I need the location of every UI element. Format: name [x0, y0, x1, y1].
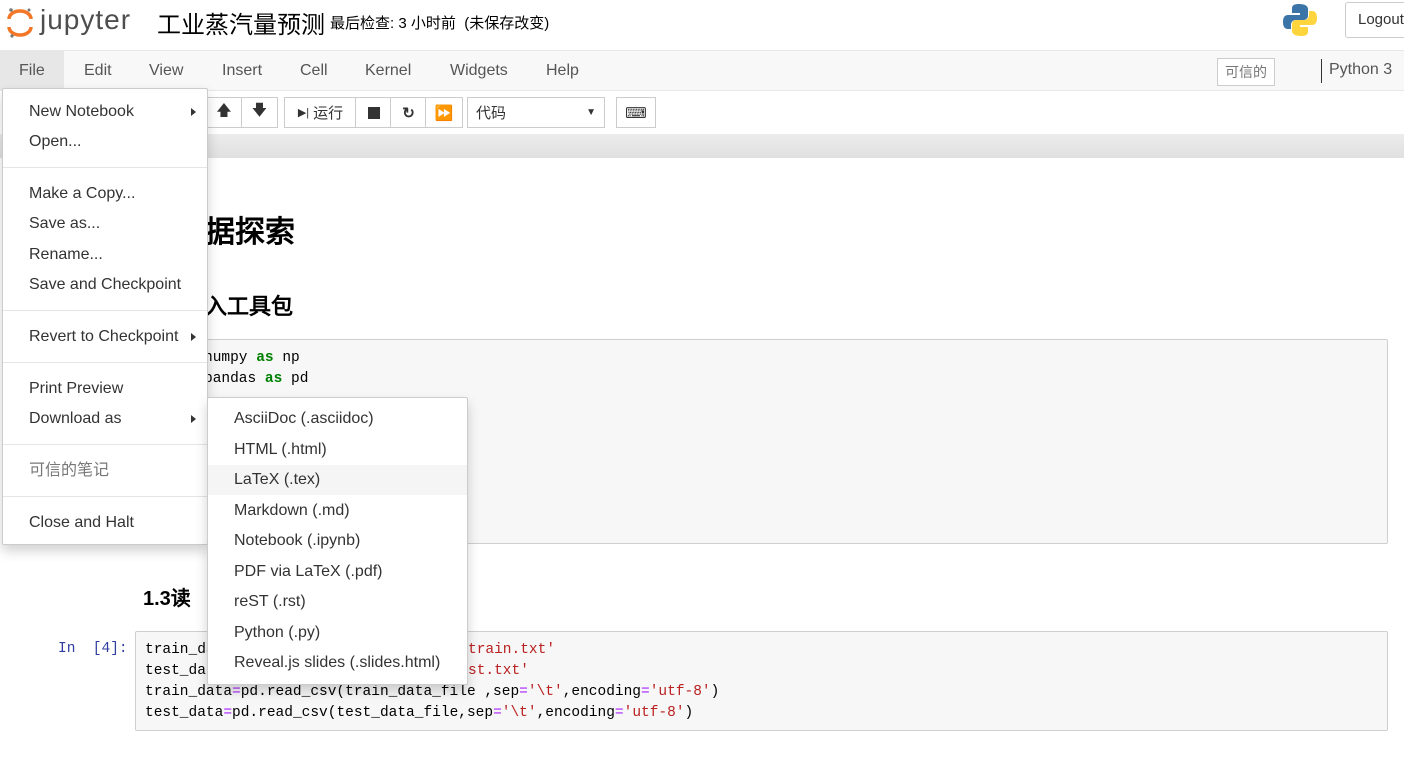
menu-item-new-notebook[interactable]: New Notebook — [3, 97, 207, 127]
menu-item-make-copy[interactable]: Make a Copy... — [3, 179, 207, 209]
menu-item-print-preview[interactable]: Print Preview — [3, 374, 207, 404]
download-reveal-slides[interactable]: Reveal.js slides (.slides.html) — [208, 648, 467, 678]
heading-1: 据探索 — [205, 216, 295, 249]
code-line: train_da — [145, 642, 215, 658]
arrow-down-icon: 🡇 — [251, 102, 268, 119]
download-latex[interactable]: LaTeX (.tex) — [208, 465, 467, 495]
download-as-submenu: AsciiDoc (.asciidoc) HTML (.html) LaTeX … — [207, 397, 468, 685]
download-notebook[interactable]: Notebook (.ipynb) — [208, 526, 467, 556]
run-label: 运行 — [313, 105, 344, 122]
step-forward-icon: ▶| — [297, 107, 310, 119]
run-button[interactable]: ▶| 运行 — [284, 97, 356, 128]
divider — [3, 310, 207, 311]
logo-text: jupyter — [40, 4, 132, 35]
caret-right-icon — [191, 333, 196, 341]
menu-item-save-as[interactable]: Save as... — [3, 209, 207, 239]
menu-item-rename[interactable]: Rename... — [3, 240, 207, 270]
code-line: st.txt' — [468, 663, 529, 679]
divider — [3, 167, 207, 168]
keyboard-icon: ⌨ — [625, 104, 647, 122]
arrow-up-icon: 🡅 — [216, 102, 232, 119]
trusted-badge[interactable]: 可信的 — [1217, 58, 1275, 86]
menu-view[interactable]: View — [130, 51, 202, 90]
unsaved-text: (未保存改变) — [464, 15, 550, 32]
download-markdown[interactable]: Markdown (.md) — [208, 496, 467, 526]
menu-item-save-checkpoint[interactable]: Save and Checkpoint — [3, 270, 207, 300]
caret-right-icon — [191, 415, 196, 423]
menu-kernel[interactable]: Kernel — [346, 51, 430, 90]
toolbar-shadow — [0, 134, 1404, 158]
chevron-down-icon: ▼ — [586, 107, 596, 118]
cell-prompt: In [4]: — [58, 641, 128, 657]
heading-3: 1.3读 — [143, 588, 191, 610]
download-html[interactable]: HTML (.html) — [208, 435, 467, 465]
cell-type-select[interactable]: 代码 ▼ — [467, 97, 605, 128]
cell-type-value: 代码 — [476, 105, 507, 122]
restart-button[interactable]: ↻ — [390, 97, 426, 128]
code-line: test_data=pd.read_csv(test_data_file,sep… — [145, 705, 694, 721]
divider — [3, 362, 207, 363]
download-rest[interactable]: reST (.rst) — [208, 587, 467, 617]
checkpoint-status: 最后检查: 3 小时前 (未保存改变) — [330, 12, 549, 33]
code-line: numpy as np — [204, 350, 300, 366]
python-logo-icon — [1283, 4, 1317, 36]
code-line: test_da — [145, 663, 206, 679]
heading-2: 入工具包 — [205, 294, 294, 319]
kernel-name: Python 3 — [1329, 61, 1393, 78]
checkpoint-text: 最后检查: 3 小时前 — [330, 15, 456, 32]
download-asciidoc[interactable]: AsciiDoc (.asciidoc) — [208, 404, 467, 434]
refresh-icon: ↻ — [402, 104, 415, 122]
menubar: File Edit View Insert Cell Kernel Widget… — [0, 50, 1404, 91]
toolbar: 🡅 🡇 ▶| 运行 ↻ ⏩ 代码 ▼ ⌨ — [0, 91, 1404, 134]
menu-help[interactable]: Help — [527, 51, 598, 90]
restart-run-all-button[interactable]: ⏩ — [425, 97, 463, 128]
header: jupyter 工业蒸汽量预测 最后检查: 3 小时前 (未保存改变) Logo… — [0, 0, 1404, 50]
menu-insert[interactable]: Insert — [203, 51, 281, 90]
download-python[interactable]: Python (.py) — [208, 618, 467, 648]
divider — [3, 444, 207, 445]
menu-item-revert-checkpoint[interactable]: Revert to Checkpoint — [3, 322, 207, 352]
menu-item-open[interactable]: Open... — [3, 127, 207, 157]
menu-widgets[interactable]: Widgets — [431, 51, 527, 90]
file-menu-dropdown: New Notebook Open... Make a Copy... Save… — [2, 88, 208, 545]
code-line: train_data=pd.read_csv(train_data_file ,… — [145, 684, 720, 700]
menu-item-download-as[interactable]: Download as — [3, 404, 207, 434]
logout-button[interactable]: Logout — [1345, 2, 1404, 38]
menu-item-close-halt[interactable]: Close and Halt — [3, 508, 207, 538]
menu-edit[interactable]: Edit — [65, 51, 131, 90]
menu-item-trusted-notebook[interactable]: 可信的笔记 — [3, 456, 207, 486]
notebook-title[interactable]: 工业蒸汽量预测 — [157, 5, 325, 40]
fast-forward-icon: ⏩ — [434, 104, 454, 122]
stop-icon — [367, 106, 380, 119]
code-line: pandas as pd — [204, 371, 309, 387]
caret-right-icon — [191, 108, 196, 116]
divider — [1321, 59, 1322, 83]
move-up-button[interactable]: 🡅 — [205, 97, 242, 128]
jupyter-logo-icon[interactable] — [6, 6, 34, 40]
code-line: train.txt' — [468, 642, 556, 658]
menu-file[interactable]: File — [0, 51, 64, 90]
move-down-button[interactable]: 🡇 — [241, 97, 278, 128]
menu-cell[interactable]: Cell — [281, 51, 347, 90]
interrupt-button[interactable] — [355, 97, 391, 128]
command-palette-button[interactable]: ⌨ — [616, 97, 656, 128]
divider — [3, 496, 207, 497]
download-pdf[interactable]: PDF via LaTeX (.pdf) — [208, 557, 467, 587]
